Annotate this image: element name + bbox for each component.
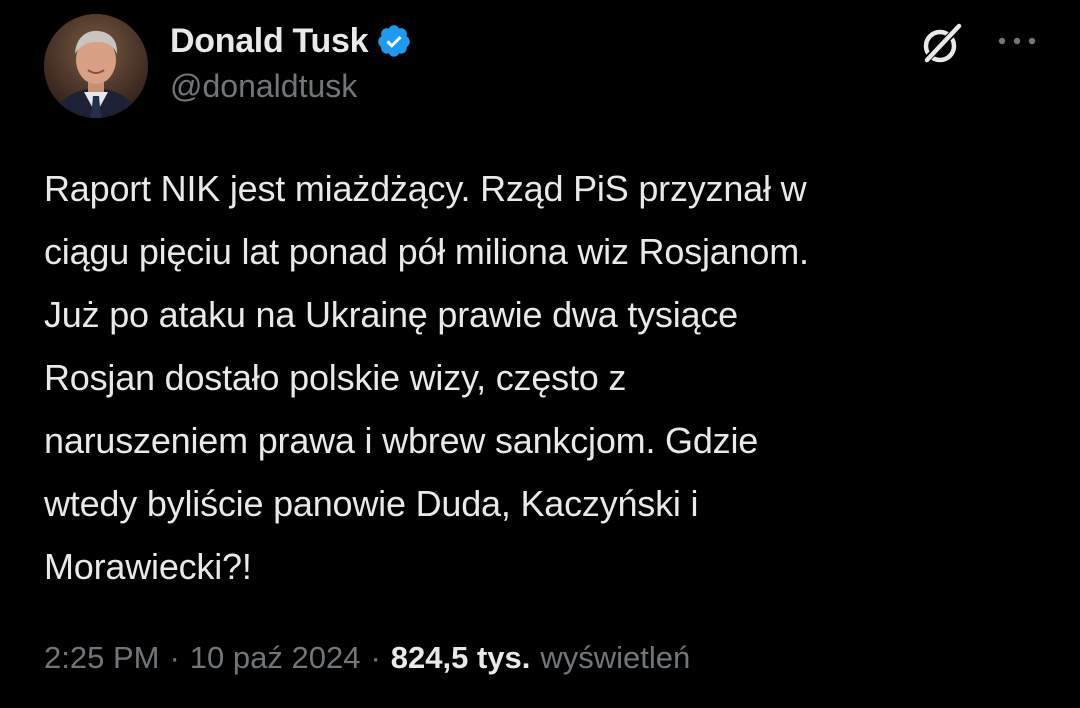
grok-icon[interactable] xyxy=(918,20,966,68)
display-name[interactable]: Donald Tusk xyxy=(170,22,369,61)
views-label: wyświetleń xyxy=(540,640,691,675)
tweet-time[interactable]: 2:25 PM xyxy=(44,640,159,676)
tweet-date[interactable]: 10 paź 2024 xyxy=(190,640,361,676)
avatar[interactable] xyxy=(44,14,148,118)
tweet-text: Raport NIK jest miażdżący. Rząd PiS przy… xyxy=(44,168,809,587)
author-names: Donald Tusk @donaldtusk xyxy=(170,18,412,105)
display-name-row: Donald Tusk xyxy=(170,18,412,64)
tweet-header: Donald Tusk @donaldtusk xyxy=(44,14,1044,124)
verified-badge-icon[interactable] xyxy=(376,23,412,59)
profile-photo xyxy=(44,14,148,118)
views-count[interactable]: 824,5 tys. xyxy=(391,640,531,676)
meta-separator: · xyxy=(169,640,180,675)
tweet-detail: Donald Tusk @donaldtusk Raport NIK jest … xyxy=(0,0,1080,708)
handle[interactable]: @donaldtusk xyxy=(170,68,412,105)
meta-separator: · xyxy=(370,640,381,675)
more-options-icon[interactable] xyxy=(992,26,1042,56)
tweet-metadata: 2:25 PM · 10 paź 2024 · 824,5 tys. wyświ… xyxy=(44,640,690,676)
